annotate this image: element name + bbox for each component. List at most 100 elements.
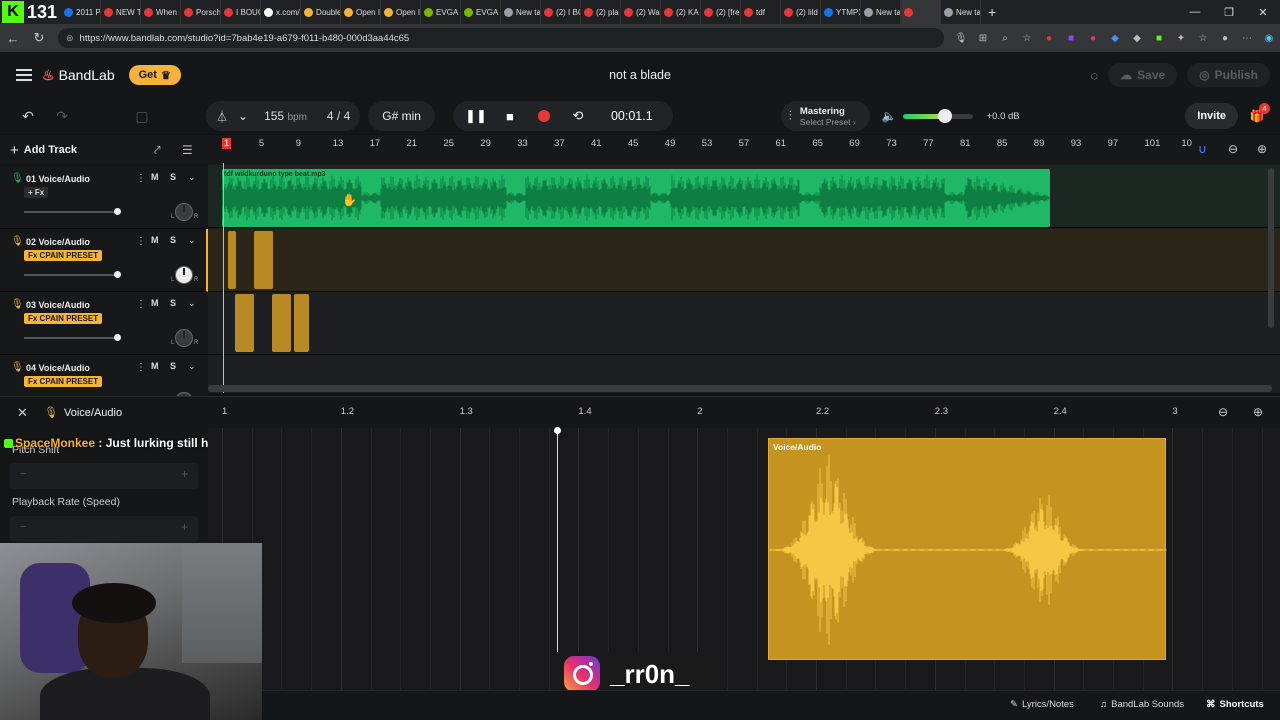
track-expand-chevron-icon[interactable]: ⌄	[188, 361, 196, 372]
extensions-puzzle-icon[interactable]: ✦	[1170, 33, 1192, 44]
extension-pink-icon[interactable]: ●	[1082, 33, 1104, 44]
browser-tab[interactable]: tdf	[741, 0, 782, 24]
key-button[interactable]: G# min	[368, 101, 435, 131]
track-fx-button[interactable]: Fx CPAIN PRESET	[24, 376, 103, 387]
extension-white-icon[interactable]: ◆	[1126, 33, 1148, 44]
browser-tab[interactable]: Open I	[341, 0, 382, 24]
browser-tab[interactable]: (2) I BC	[541, 0, 582, 24]
bpm-field[interactable]: 155 bpm	[264, 109, 307, 123]
metronome-icon[interactable]: ⏃	[216, 108, 228, 125]
browser-tab[interactable]: (2) pla	[581, 0, 622, 24]
redo-icon[interactable]: ↷	[48, 103, 76, 129]
track-header[interactable]: 🎙 02 Voice/Audio ⋮ M S ⌄ Fx CPAIN PRESET L R	[0, 229, 208, 292]
loop-icon[interactable]: ⟲	[563, 104, 593, 128]
bandlab-sounds-button[interactable]: ♫ BandLab Sounds	[1100, 699, 1184, 710]
timeline-ruler[interactable]: 1 5 9 13 17 21 25 29 33 37 41 45 49 53 57 61 65 69 73 77 81 8…	[208, 135, 1280, 165]
solo-button[interactable]: S	[170, 235, 176, 245]
browser-tab[interactable]: Porsch	[181, 0, 222, 24]
stop-icon[interactable]: ■	[495, 104, 525, 128]
track-options-icon[interactable]: ⋮	[136, 236, 146, 247]
close-editor-icon[interactable]: ✕	[17, 405, 28, 421]
track-volume-knob[interactable]	[114, 271, 121, 278]
browser-tab[interactable]: x.com/	[261, 0, 302, 24]
save-button[interactable]: ☁ Save	[1108, 63, 1178, 87]
site-info-icon[interactable]: ⊜	[66, 33, 74, 44]
track-lane[interactable]	[208, 292, 1280, 355]
track-expand-chevron-icon[interactable]: ⌄	[188, 235, 196, 246]
zoom-out-icon[interactable]: ⊖	[1228, 142, 1238, 156]
playback-rate-field[interactable]: − +	[10, 516, 198, 542]
maximize-icon[interactable]: ❐	[1212, 6, 1246, 19]
mute-button[interactable]: M	[151, 361, 159, 371]
back-arrow-icon[interactable]: ←	[0, 31, 26, 46]
vertical-scrollbar[interactable]	[1268, 168, 1274, 328]
zoom-in-icon[interactable]: ⊕	[1257, 142, 1267, 156]
horizontal-scrollbar[interactable]	[208, 385, 1272, 392]
favorites-icon[interactable]: ☆	[1192, 33, 1214, 44]
browser-tab[interactable]: (2) KA	[661, 0, 702, 24]
playhead[interactable]	[223, 163, 224, 393]
mastering-button[interactable]: ⫶ Mastering Select Preset ›	[780, 101, 870, 131]
browser-tab[interactable]	[901, 0, 942, 24]
track-options-icon[interactable]: ⋮	[136, 173, 146, 184]
track-pan-knob[interactable]	[175, 329, 193, 347]
browser-tab[interactable]: Open I	[381, 0, 422, 24]
browser-tab[interactable]: YTMP3	[821, 0, 862, 24]
audio-clip[interactable]	[228, 231, 236, 289]
install-app-icon[interactable]: ⊞	[972, 33, 994, 44]
track-volume-knob[interactable]	[114, 334, 121, 341]
solo-button[interactable]: S	[170, 172, 176, 182]
track-name[interactable]: 01 Voice/Audio	[26, 174, 90, 184]
minimize-icon[interactable]: —	[1178, 6, 1212, 19]
track-volume-slider[interactable]	[24, 271, 121, 278]
timeline-area[interactable]: 1 5 9 13 17 21 25 29 33 37 41 45 49 53 57 61 65 69 73 77 81 8…	[208, 135, 1280, 393]
track-volume-knob[interactable]	[114, 208, 121, 215]
invite-button[interactable]: Invite	[1185, 103, 1238, 129]
track-lane[interactable]	[208, 229, 1280, 292]
track-options-icon[interactable]: ⋮	[136, 299, 146, 310]
add-track-button[interactable]: + Add Track	[10, 142, 77, 159]
url-field[interactable]: ⊜ https://www.bandlab.com/studio?id=7bab…	[58, 28, 944, 48]
undo-icon[interactable]: ↶	[14, 103, 42, 129]
master-volume-slider[interactable]	[902, 108, 973, 123]
track-volume-slider[interactable]	[24, 208, 121, 215]
pitch-shift-field[interactable]: − +	[10, 463, 198, 489]
extension-blue-icon[interactable]: ◆	[1104, 33, 1126, 44]
audio-clip[interactable]	[294, 294, 309, 352]
browser-tab[interactable]: EVGA C	[421, 0, 462, 24]
mute-button[interactable]: M	[151, 172, 159, 182]
browser-tab[interactable]: New ta	[501, 0, 542, 24]
track-name[interactable]: 04 Voice/Audio	[26, 363, 90, 373]
new-tab-button[interactable]: +	[981, 4, 1003, 20]
track-expand-chevron-icon[interactable]: ⌄	[188, 298, 196, 309]
extension-twitch-icon[interactable]: ■	[1060, 33, 1082, 44]
track-pan-knob[interactable]	[175, 266, 193, 284]
snap-magnet-icon[interactable]: ∪	[1198, 142, 1207, 156]
speaker-icon[interactable]: 🔈	[882, 109, 897, 123]
close-window-icon[interactable]: ✕	[1246, 6, 1280, 19]
mute-button[interactable]: M	[151, 235, 159, 245]
browser-tab[interactable]: (2) lild	[781, 0, 822, 24]
record-button[interactable]	[529, 104, 559, 128]
browser-tab[interactable]: New ta	[941, 0, 982, 24]
editor-zoom-in-icon[interactable]: ⊕	[1253, 405, 1263, 419]
audio-clip[interactable]	[235, 294, 254, 352]
browser-tab[interactable]: 2011 P	[61, 0, 102, 24]
browser-tab[interactable]: EVGA C	[461, 0, 502, 24]
mixer-icon[interactable]: ☰	[182, 143, 193, 157]
clip-tool-icon[interactable]: ▢	[128, 103, 156, 129]
pitch-plus-button[interactable]: +	[181, 467, 188, 481]
extension-green-icon[interactable]: ■	[1148, 33, 1170, 44]
hamburger-menu-icon[interactable]	[16, 66, 32, 84]
editor-zoom-out-icon[interactable]: ⊖	[1218, 405, 1228, 419]
track-volume-slider[interactable]	[24, 334, 121, 341]
solo-button[interactable]: S	[170, 298, 176, 308]
track-options-icon[interactable]: ⋮	[136, 362, 146, 373]
audio-clip[interactable]	[254, 231, 273, 289]
browser-tab[interactable]: I BOUG	[221, 0, 262, 24]
zoom-icon[interactable]: ⌕	[994, 33, 1016, 44]
rate-plus-button[interactable]: +	[181, 520, 188, 534]
browser-tab[interactable]: (2) Wa	[621, 0, 662, 24]
solo-button[interactable]: S	[170, 361, 176, 371]
browser-tab[interactable]: New ta	[861, 0, 902, 24]
